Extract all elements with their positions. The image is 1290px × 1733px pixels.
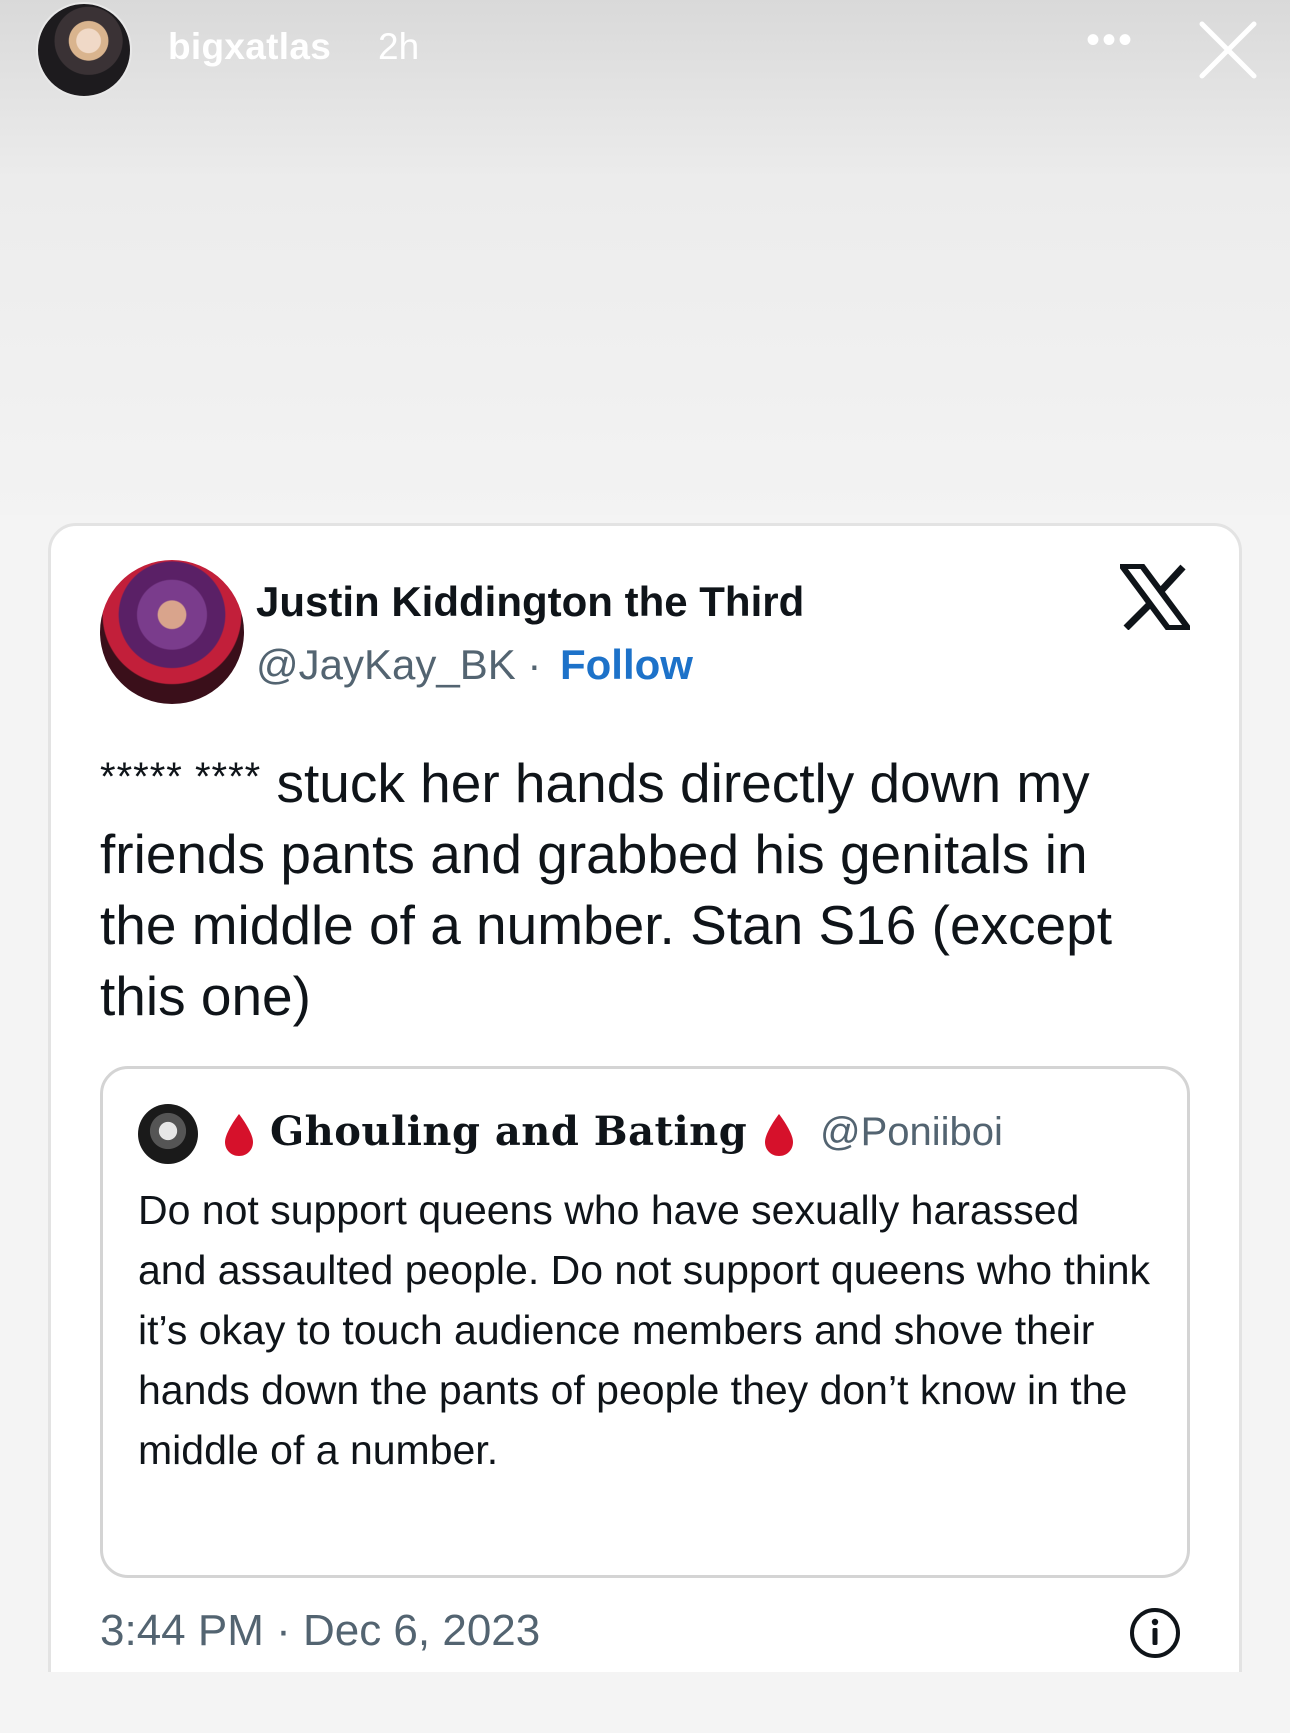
story-username[interactable]: bigxatlas	[168, 26, 331, 68]
blood-drop-icon	[765, 1114, 793, 1156]
story-time-ago: 2h	[378, 26, 420, 67]
info-icon[interactable]	[1128, 1606, 1182, 1660]
tweet-timestamp[interactable]: 3:44 PM · Dec 6, 2023	[100, 1606, 540, 1656]
tweet-censored-name: ***** ****	[100, 755, 262, 799]
author-handle[interactable]: @JayKay_BK ·	[256, 641, 541, 689]
blood-drop-icon	[225, 1114, 253, 1156]
story-header: bigxatlas 2h •••	[0, 0, 1290, 100]
close-icon[interactable]	[1196, 18, 1260, 82]
more-icon[interactable]: •••	[1082, 20, 1138, 60]
story-avatar[interactable]	[36, 2, 132, 98]
quote-author-avatar	[138, 1104, 198, 1164]
quote-text: Do not support queens who have sexually …	[138, 1187, 1151, 1473]
author-name[interactable]: Justin Kiddington the Third	[256, 578, 804, 626]
author-handle-text: @JayKay_BK	[256, 641, 516, 688]
handle-separator: ·	[515, 641, 542, 688]
story-bottom-strip	[0, 1672, 1290, 1733]
follow-link[interactable]: Follow	[560, 641, 693, 689]
quote-display-name: Ghouling and Bating	[270, 1108, 748, 1155]
x-logo-icon[interactable]	[1120, 564, 1190, 630]
author-avatar[interactable]	[100, 560, 244, 704]
tweet-text: ***** **** stuck her hands directly down…	[100, 742, 1160, 1032]
quote-handle: @Poniiboi	[820, 1110, 1003, 1154]
